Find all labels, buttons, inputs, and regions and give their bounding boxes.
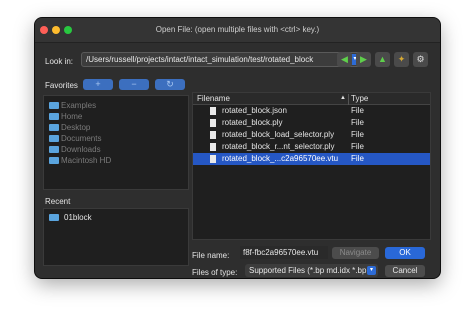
file-name: rotated_block.ply bbox=[222, 118, 283, 127]
file-icon bbox=[210, 119, 216, 127]
file-icon bbox=[210, 143, 216, 151]
favorite-item[interactable]: Downloads bbox=[44, 144, 188, 155]
cancel-button[interactable]: Cancel bbox=[385, 265, 425, 277]
arrow-right-icon: ▶ bbox=[360, 54, 367, 64]
recent-label: Recent bbox=[45, 197, 71, 206]
file-row[interactable]: rotated_block_load_selector.ply File bbox=[193, 129, 430, 141]
forward-button[interactable]: ▶ bbox=[356, 52, 371, 67]
favorite-item[interactable]: Documents bbox=[44, 133, 188, 144]
navigate-button[interactable]: Navigate bbox=[332, 247, 379, 259]
file-row[interactable]: rotated_block.json File bbox=[193, 105, 430, 117]
file-icon bbox=[210, 107, 216, 115]
open-file-dialog: Open File: (open multiple files with <ct… bbox=[35, 18, 440, 278]
file-type: File bbox=[351, 142, 364, 151]
arrow-up-icon: ▲ bbox=[378, 54, 387, 64]
files-of-type-label: Files of type: bbox=[192, 268, 238, 277]
folder-icon bbox=[49, 124, 59, 131]
file-row-selected[interactable]: rotated_block_...c2a96570ee.vtu File bbox=[193, 153, 430, 165]
chevron-down-icon: ▾ bbox=[367, 266, 376, 275]
folder-icon bbox=[49, 214, 59, 221]
refresh-icon: ↻ bbox=[166, 79, 174, 89]
column-header-type[interactable]: Type bbox=[351, 94, 368, 103]
add-favorite-button[interactable]: + bbox=[83, 79, 113, 90]
folder-icon bbox=[49, 135, 59, 142]
file-icon bbox=[210, 131, 216, 139]
column-divider[interactable] bbox=[348, 94, 349, 105]
file-row[interactable]: rotated_block.ply File bbox=[193, 117, 430, 129]
files-of-type-combo[interactable]: Supported Files (*.bp md.idx *.bp ▾ bbox=[245, 264, 378, 277]
favorite-item[interactable]: Home bbox=[44, 111, 188, 122]
title-bar: Open File: (open multiple files with <ct… bbox=[35, 18, 440, 43]
parent-directory-button[interactable]: ▲ bbox=[375, 52, 390, 67]
favorites-list[interactable]: Examples Home Desktop Documents Download… bbox=[43, 95, 189, 190]
file-type: File bbox=[351, 154, 364, 163]
back-button[interactable]: ◀ bbox=[337, 52, 352, 67]
create-new-folder-button[interactable]: ✦ bbox=[394, 52, 409, 67]
refresh-favorites-button[interactable]: ↻ bbox=[155, 79, 185, 90]
file-name-label: File name: bbox=[192, 251, 230, 260]
favorite-item[interactable]: Desktop bbox=[44, 122, 188, 133]
ok-button[interactable]: OK bbox=[385, 247, 425, 259]
new-folder-icon: ✦ bbox=[397, 54, 406, 64]
recent-list[interactable]: 01block bbox=[43, 208, 189, 266]
file-list[interactable]: Filename ▲ Type rotated_block.json File … bbox=[192, 92, 431, 240]
window-title: Open File: (open multiple files with <ct… bbox=[155, 25, 320, 34]
folder-icon bbox=[49, 157, 59, 164]
folder-icon bbox=[49, 102, 59, 109]
file-type: File bbox=[351, 106, 364, 115]
plus-icon: + bbox=[95, 79, 101, 89]
file-row[interactable]: rotated_block_r...nt_selector.ply File bbox=[193, 141, 430, 153]
sort-ascending-icon: ▲ bbox=[340, 95, 346, 101]
look-in-combo[interactable]: /Users/russell/projects/intact/intact_si… bbox=[81, 52, 363, 67]
gear-icon: ⚙ bbox=[416, 54, 425, 64]
file-name: rotated_block_load_selector.ply bbox=[222, 130, 335, 139]
files-of-type-value: Supported Files (*.bp md.idx *.bp bbox=[249, 266, 367, 275]
file-icon bbox=[210, 155, 216, 163]
file-type: File bbox=[351, 130, 364, 139]
arrow-left-icon: ◀ bbox=[341, 54, 348, 64]
folder-icon bbox=[49, 146, 59, 153]
file-type: File bbox=[351, 118, 364, 127]
minus-icon: − bbox=[131, 79, 137, 89]
favorites-label: Favorites bbox=[45, 81, 78, 90]
settings-button[interactable]: ⚙ bbox=[413, 52, 428, 67]
file-name: rotated_block_r...nt_selector.ply bbox=[222, 142, 335, 151]
file-name: rotated_block.json bbox=[222, 106, 287, 115]
remove-favorite-button[interactable]: − bbox=[119, 79, 149, 90]
file-name: rotated_block_...c2a96570ee.vtu bbox=[222, 154, 339, 163]
recent-item[interactable]: 01block bbox=[44, 212, 188, 223]
column-header-filename[interactable]: Filename bbox=[197, 94, 230, 103]
favorite-item[interactable]: Examples bbox=[44, 100, 188, 111]
folder-icon bbox=[49, 113, 59, 120]
file-name-input[interactable]: f8f-fbc2a96570ee.vtu bbox=[240, 246, 328, 259]
look-in-path: /Users/russell/projects/intact/intact_si… bbox=[86, 55, 314, 64]
file-list-header: Filename ▲ Type bbox=[193, 93, 430, 105]
favorite-item[interactable]: Macintosh HD bbox=[44, 155, 188, 166]
look-in-label: Look in: bbox=[45, 57, 74, 66]
